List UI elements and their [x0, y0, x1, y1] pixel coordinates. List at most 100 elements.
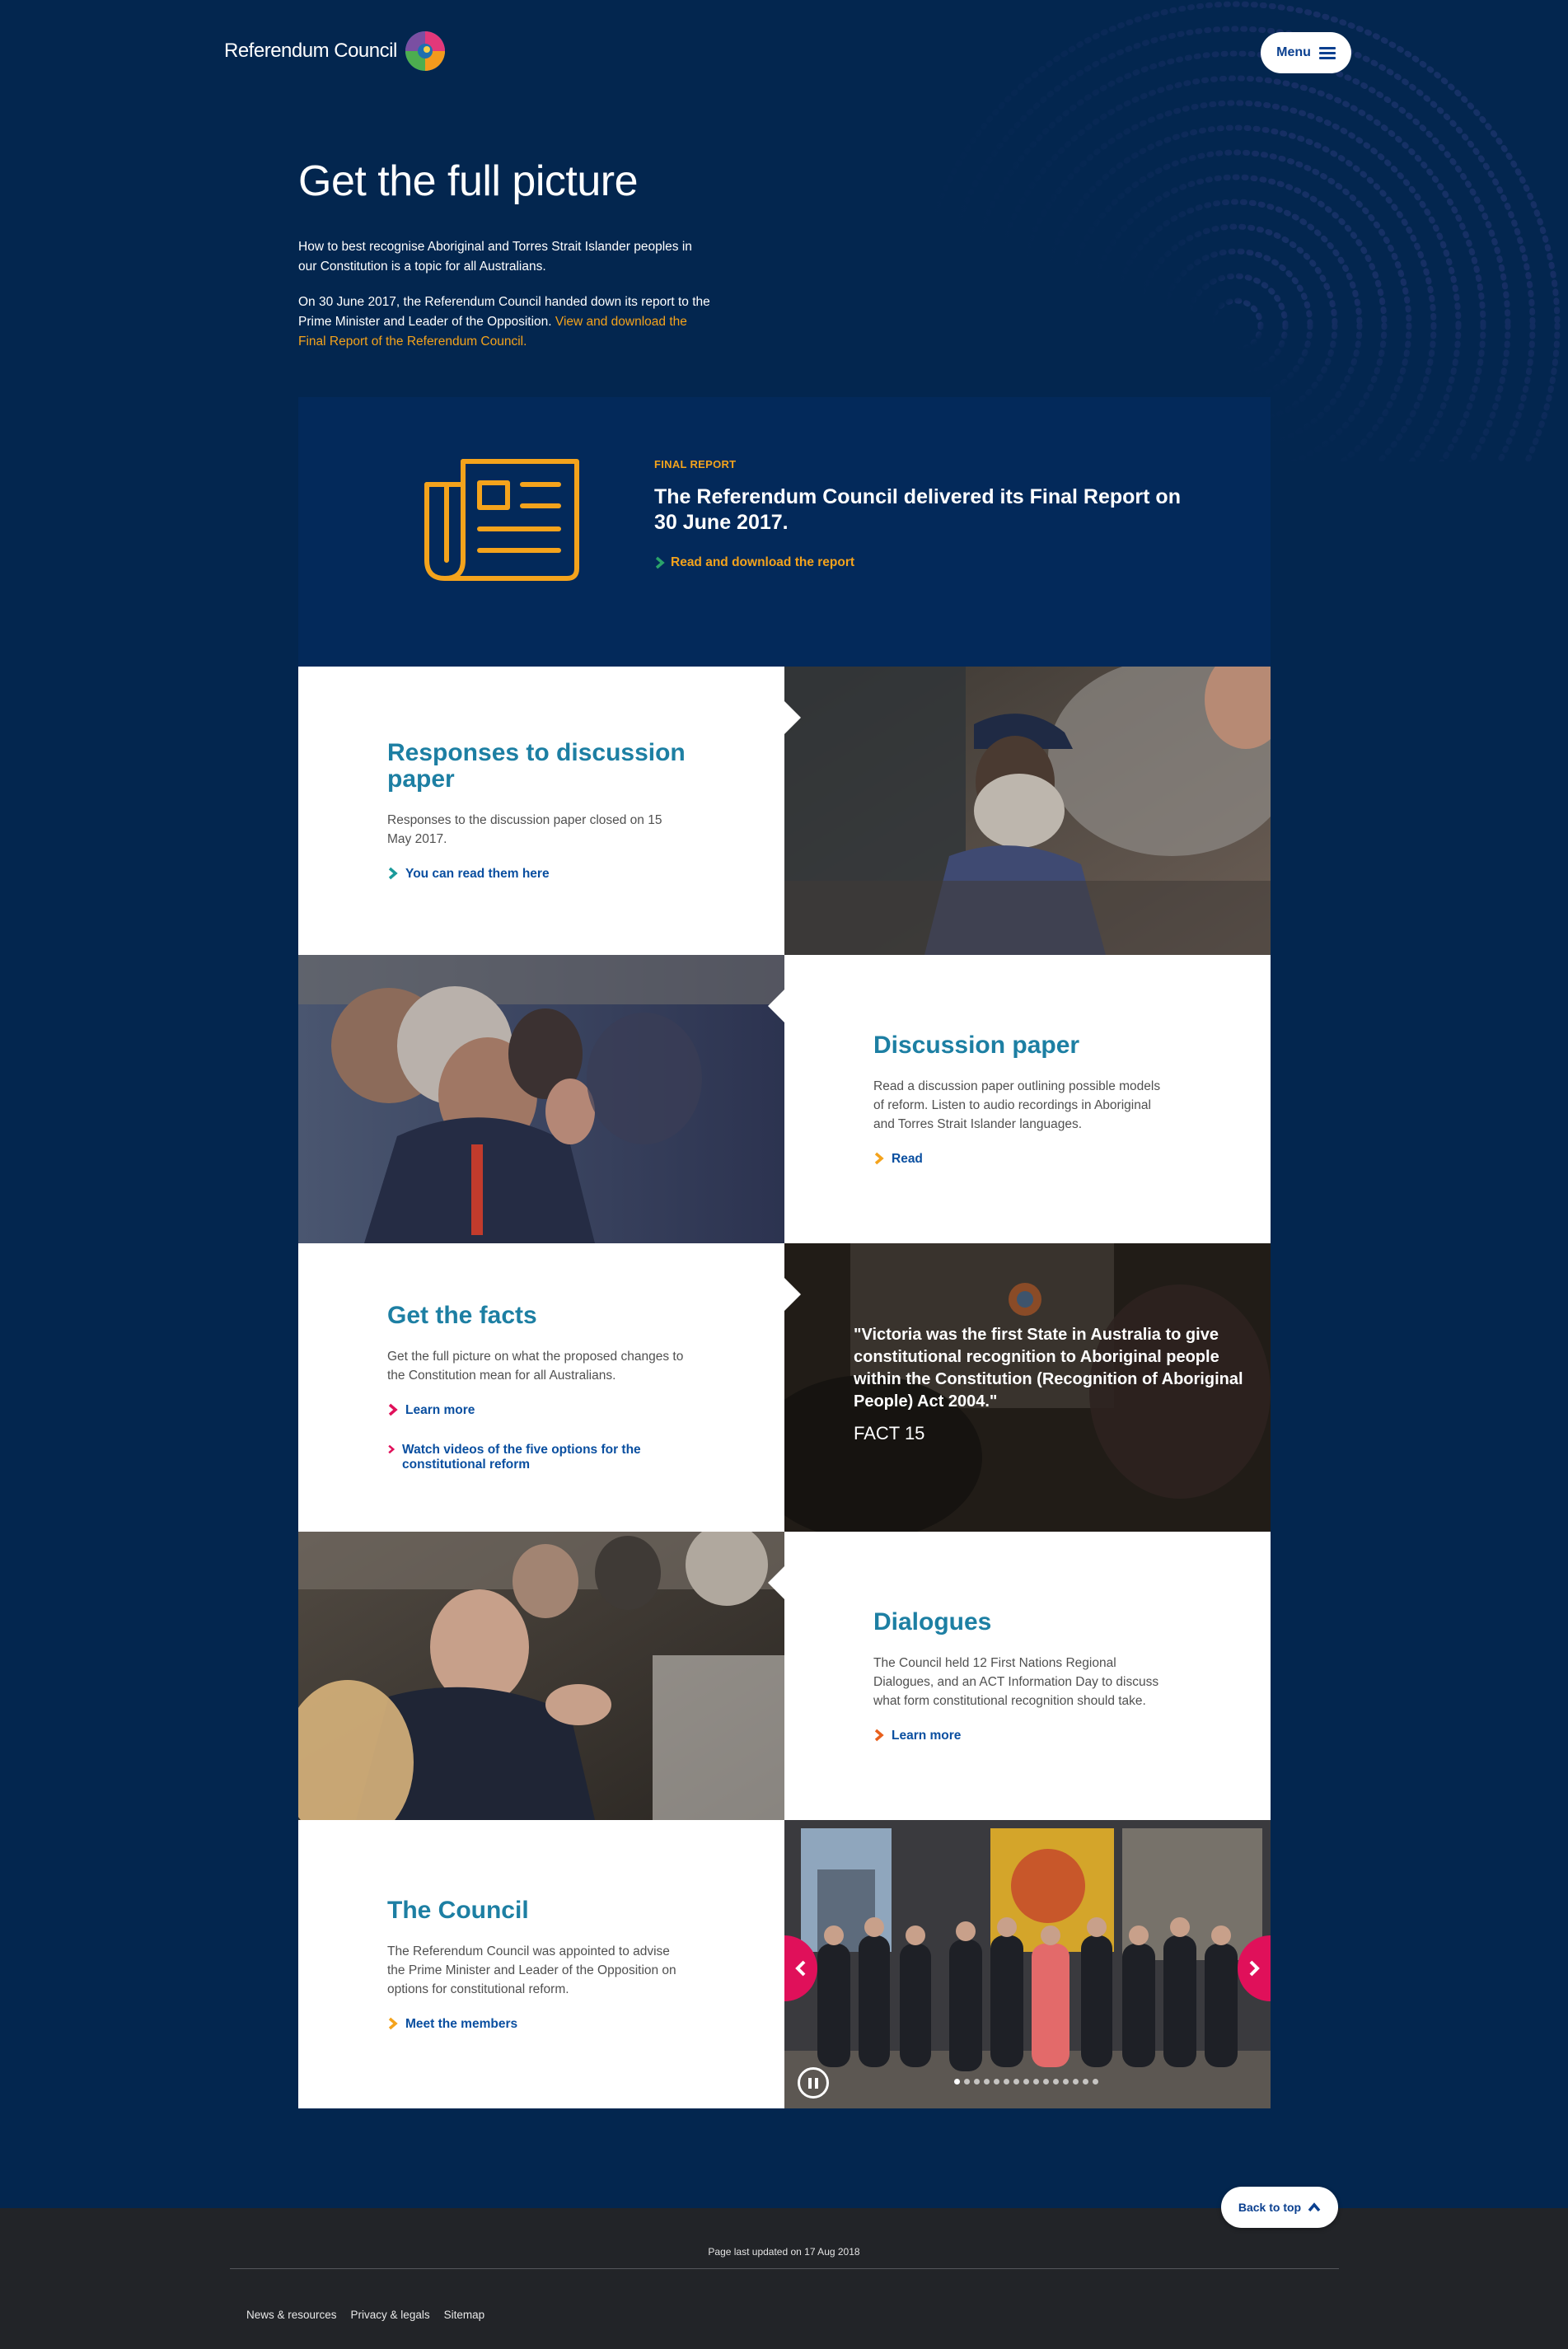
fact-quote: "Victoria was the first State in Austral…: [854, 1326, 1243, 1411]
carousel-dot[interactable]: [954, 2079, 960, 2085]
row-dialogues: Dialogues The Council held 12 First Nati…: [298, 1532, 1271, 1820]
back-to-top-label: Back to top: [1238, 2201, 1302, 2214]
final-report-eyebrow: FINAL REPORT: [654, 458, 737, 470]
chevron-right-icon: [388, 867, 398, 880]
chevron-right-icon: [874, 1729, 884, 1741]
card-pointer: [768, 990, 784, 1022]
footer-link-news[interactable]: News & resources: [246, 2309, 337, 2321]
site-footer: Page last updated on 17 Aug 2018 News & …: [0, 2208, 1568, 2349]
hamburger-icon: [1318, 46, 1336, 59]
dialogues-card: Dialogues The Council held 12 First Nati…: [784, 1532, 1271, 1820]
council-card: The Council The Referendum Council was a…: [298, 1820, 784, 2108]
carousel-dot[interactable]: [1004, 2079, 1009, 2085]
site-logo[interactable]: Referendum Council: [224, 28, 447, 74]
carousel-dot[interactable]: [1093, 2079, 1098, 2085]
responses-text: Responses to the discussion paper closed…: [387, 813, 662, 846]
intro-paragraph-1: How to best recognise Aboriginal and Tor…: [298, 240, 692, 274]
facts-videos-link[interactable]: Watch videos of the five options for the…: [387, 1443, 667, 1472]
carousel-dot[interactable]: [1053, 2079, 1059, 2085]
photo-dialogue-speaker: [298, 1532, 784, 1820]
discussion-title: Discussion paper: [873, 1031, 1080, 1059]
discussion-text: Read a discussion paper outlining possib…: [873, 1079, 1161, 1131]
back-to-top-button[interactable]: Back to top: [1221, 2187, 1338, 2228]
chevron-right-icon: [655, 556, 665, 569]
menu-button[interactable]: Menu: [1261, 32, 1351, 73]
intro-section: Get the full picture How to best recogni…: [298, 157, 710, 367]
footer-links: News & resources Privacy & legals Sitema…: [246, 2309, 484, 2321]
fact-overlay: "Victoria was the first State in Austral…: [854, 1324, 1249, 1444]
carousel-dot[interactable]: [1043, 2079, 1049, 2085]
facts-link1-label: Learn more: [405, 1403, 475, 1417]
feature-grid: FINAL REPORT The Referendum Council deli…: [298, 397, 1271, 2108]
row-discussion: Discussion paper Read a discussion paper…: [298, 955, 1271, 1243]
carousel-dot[interactable]: [1013, 2079, 1019, 2085]
intro-paragraph-2: On 30 June 2017, the Referendum Council …: [298, 292, 710, 352]
carousel-dot[interactable]: [974, 2079, 980, 2085]
carousel-dot[interactable]: [994, 2079, 999, 2085]
carousel-dot[interactable]: [1063, 2079, 1069, 2085]
responses-card: Responses to discussion paper Responses …: [298, 667, 784, 955]
row-council: The Council The Referendum Council was a…: [298, 1820, 1271, 2108]
carousel-dots: [954, 2079, 1098, 2085]
photo-discussion-meeting: [298, 955, 784, 1243]
photo-council-group: [784, 1820, 1271, 2108]
newspaper-icon: [424, 459, 579, 581]
read-report-link[interactable]: Read and download the report: [654, 555, 1182, 570]
carousel-dot[interactable]: [1073, 2079, 1079, 2085]
responses-link[interactable]: You can read them here: [387, 867, 667, 882]
carousel-dot[interactable]: [1023, 2079, 1029, 2085]
chevron-right-icon: [388, 1403, 398, 1416]
chevron-up-icon: [1308, 2202, 1321, 2212]
dialogues-learn-more-link[interactable]: Learn more: [873, 1729, 1154, 1743]
final-report-banner: FINAL REPORT The Referendum Council deli…: [298, 397, 1271, 667]
dialogues-link-label: Learn more: [892, 1728, 962, 1743]
carousel-dot[interactable]: [1033, 2079, 1039, 2085]
carousel-dot[interactable]: [1083, 2079, 1088, 2085]
facts-text: Get the full picture on what the propose…: [387, 1350, 684, 1383]
council-title: The Council: [387, 1896, 529, 1924]
chevron-right-icon: [388, 1444, 396, 1454]
carousel-dot[interactable]: [964, 2079, 970, 2085]
meet-members-link[interactable]: Meet the members: [387, 2017, 667, 2032]
discussion-card: Discussion paper Read a discussion paper…: [784, 955, 1271, 1243]
card-pointer: [784, 1278, 801, 1311]
row-facts: Get the facts Get the full picture on wh…: [298, 1243, 1271, 1532]
council-link-label: Meet the members: [405, 2016, 518, 2031]
facts-title: Get the facts: [387, 1302, 537, 1329]
chevron-right-icon: [388, 2017, 398, 2029]
footer-divider: [230, 2268, 1339, 2269]
read-report-label: Read and download the report: [671, 555, 855, 569]
card-pointer: [784, 701, 801, 734]
carousel-dot[interactable]: [984, 2079, 990, 2085]
page-title: Get the full picture: [298, 157, 639, 205]
brand-name: Referendum Council: [224, 40, 397, 62]
chevron-right-icon: [1249, 1960, 1260, 1977]
fact-panel: "Victoria was the first State in Austral…: [784, 1243, 1271, 1532]
carousel-pause-button[interactable]: [798, 2067, 829, 2099]
facts-learn-more-link[interactable]: Learn more: [387, 1403, 667, 1418]
council-carousel: [784, 1820, 1271, 2108]
council-text: The Referendum Council was appointed to …: [387, 1944, 676, 1996]
chevron-right-icon: [874, 1152, 884, 1164]
row-responses: Responses to discussion paper Responses …: [298, 667, 1271, 955]
card-pointer: [768, 1566, 784, 1599]
final-report-title: The Referendum Council delivered its Fin…: [654, 485, 1181, 534]
rainbow-swirl-logo-icon: [405, 31, 445, 71]
discussion-read-link[interactable]: Read: [873, 1152, 1154, 1167]
discussion-link-label: Read: [892, 1151, 923, 1166]
responses-link-label: You can read them here: [405, 867, 550, 881]
fact-number: FACT 15: [854, 1423, 925, 1444]
facts-link2-label: Watch videos of the five options for the…: [402, 1443, 641, 1472]
footer-link-sitemap[interactable]: Sitemap: [444, 2309, 485, 2321]
dialogues-title: Dialogues: [873, 1607, 992, 1635]
photo-elder-in-cap: [784, 667, 1271, 955]
decorative-dot-pattern: [911, 1, 1561, 461]
footer-link-privacy[interactable]: Privacy & legals: [351, 2309, 430, 2321]
dialogues-text: The Council held 12 First Nations Region…: [873, 1655, 1159, 1708]
menu-label: Menu: [1276, 45, 1311, 59]
chevron-left-icon: [795, 1960, 806, 1977]
pause-icon: [808, 2077, 812, 2089]
responses-title: Responses to discussion paper: [387, 739, 686, 793]
last-updated: Page last updated on 17 Aug 2018: [708, 2246, 860, 2258]
facts-card: Get the facts Get the full picture on wh…: [298, 1243, 784, 1532]
